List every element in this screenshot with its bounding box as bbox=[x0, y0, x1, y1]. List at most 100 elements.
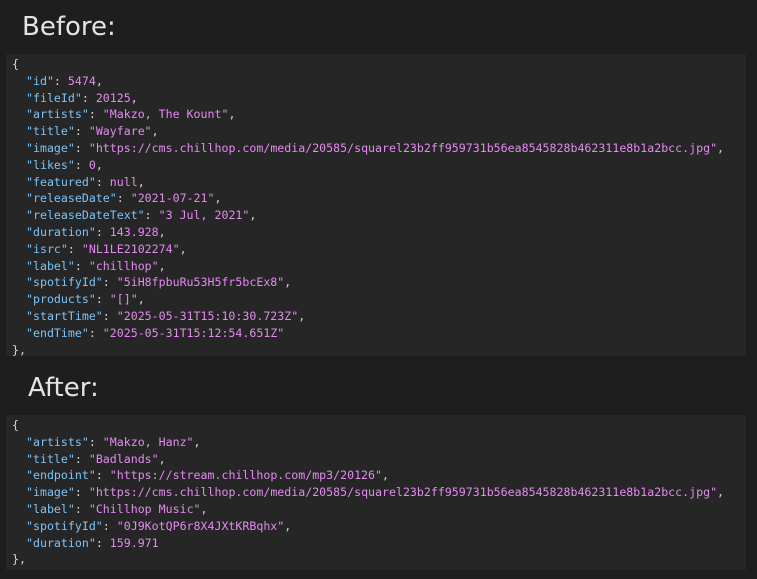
json-value: null bbox=[109, 174, 138, 189]
json-colon: : bbox=[74, 451, 89, 466]
json-comma: , bbox=[95, 157, 103, 172]
json-line: "spotifyId": "5iH8fpbuRu53H5fr5bcEx8", bbox=[12, 274, 746, 291]
json-value: "Wayfare" bbox=[88, 124, 152, 139]
json-key: "id" bbox=[26, 73, 54, 88]
json-colon: : bbox=[102, 518, 117, 533]
json-comma: , bbox=[284, 275, 292, 290]
json-colon: : bbox=[88, 434, 103, 449]
json-colon: : bbox=[53, 73, 68, 88]
after-heading: After: bbox=[28, 373, 99, 403]
json-line: "duration": 159.971 bbox=[12, 535, 746, 552]
json-comma: , bbox=[158, 258, 166, 273]
json-line: "releaseDateText": "3 Jul, 2021", bbox=[12, 207, 746, 224]
json-key: "fileId" bbox=[26, 90, 82, 105]
json-colon: : bbox=[74, 157, 89, 172]
json-comma: , bbox=[137, 292, 145, 307]
json-colon: : bbox=[74, 258, 89, 273]
json-key: "spotifyId" bbox=[26, 518, 103, 533]
json-line: "spotifyId": "0J9KotQP6r8X4JXtKRBqhx", bbox=[12, 518, 746, 535]
json-value: 0 bbox=[88, 157, 96, 172]
json-comma: , bbox=[717, 140, 725, 155]
json-colon: : bbox=[95, 224, 110, 239]
json-comma: , bbox=[200, 501, 208, 516]
json-line: "id": 5474, bbox=[12, 73, 746, 90]
json-comma: , bbox=[284, 518, 292, 533]
json-colon: : bbox=[95, 535, 110, 550]
json-line: "image": "https://cms.chillhop.com/media… bbox=[12, 140, 746, 157]
json-comma: , bbox=[179, 241, 187, 256]
after-code-block[interactable]: {"artists": "Makzo, Hanz", "title": "Badl… bbox=[6, 415, 746, 570]
json-key: "startTime" bbox=[26, 308, 103, 323]
json-colon: : bbox=[95, 292, 110, 307]
json-comma: , bbox=[228, 107, 236, 122]
json-value: "[]" bbox=[109, 292, 138, 307]
json-key: "artists" bbox=[26, 434, 89, 449]
json-key: "isrc" bbox=[26, 241, 68, 256]
json-colon: : bbox=[116, 191, 131, 206]
json-comma: , bbox=[193, 434, 201, 449]
json-key: "endTime" bbox=[26, 325, 89, 340]
json-key: "artists" bbox=[26, 107, 89, 122]
json-comma: , bbox=[717, 485, 725, 500]
json-key: "spotifyId" bbox=[26, 275, 103, 290]
json-key: "duration" bbox=[26, 224, 96, 239]
json-key: "endpoint" bbox=[26, 468, 96, 483]
json-value: 159.971 bbox=[109, 535, 159, 550]
json-colon: : bbox=[74, 140, 89, 155]
json-comma: , bbox=[137, 174, 145, 189]
json-value: "Makzo, The Kount" bbox=[102, 107, 229, 122]
json-key: "products" bbox=[26, 292, 96, 307]
json-value: 20125 bbox=[95, 90, 131, 105]
json-line: "title": "Badlands", bbox=[12, 451, 746, 468]
close-brace: }, bbox=[12, 552, 26, 567]
json-comma: , bbox=[158, 451, 166, 466]
json-key: "label" bbox=[26, 501, 75, 516]
json-key: "featured" bbox=[26, 174, 96, 189]
json-value: "2025-05-31T15:10:30.723Z" bbox=[116, 308, 299, 323]
json-colon: : bbox=[95, 468, 110, 483]
json-value: 143.928 bbox=[109, 224, 159, 239]
json-key: "duration" bbox=[26, 535, 96, 550]
json-colon: : bbox=[88, 107, 103, 122]
json-line: "title": "Wayfare", bbox=[12, 123, 746, 140]
json-value: "Makzo, Hanz" bbox=[102, 434, 194, 449]
json-value: 5474 bbox=[67, 73, 96, 88]
open-brace: { bbox=[12, 418, 19, 432]
json-colon: : bbox=[74, 501, 89, 516]
json-colon: : bbox=[102, 275, 117, 290]
json-comma: , bbox=[158, 224, 166, 239]
json-comma: , bbox=[249, 208, 257, 223]
close-brace: }, bbox=[12, 342, 26, 356]
json-value: "3 Jul, 2021" bbox=[158, 208, 250, 223]
json-key: "title" bbox=[26, 124, 75, 139]
json-line: "label": "chillhop", bbox=[12, 258, 746, 275]
json-line: "artists": "Makzo, Hanz", bbox=[12, 434, 746, 451]
json-line: "startTime": "2025-05-31T15:10:30.723Z", bbox=[12, 308, 746, 325]
json-comma: , bbox=[298, 308, 306, 323]
json-key: "likes" bbox=[26, 157, 75, 172]
json-line: "endTime": "2025-05-31T15:12:54.651Z" bbox=[12, 325, 746, 342]
json-key: "releaseDateText" bbox=[26, 208, 145, 223]
json-value: "2021-07-21" bbox=[130, 191, 215, 206]
before-code-block[interactable]: {"id": 5474, "fileId": 20125, "artists": "… bbox=[6, 54, 746, 356]
json-key: "releaseDate" bbox=[26, 191, 117, 206]
json-line: "featured": null, bbox=[12, 174, 746, 191]
json-colon: : bbox=[144, 208, 159, 223]
json-line: "fileId": 20125, bbox=[12, 90, 746, 107]
json-colon: : bbox=[95, 174, 110, 189]
json-value: "NL1LE2102274" bbox=[81, 241, 180, 256]
json-comma: , bbox=[95, 73, 103, 88]
json-colon: : bbox=[74, 124, 89, 139]
json-line: "artists": "Makzo, The Kount", bbox=[12, 106, 746, 123]
json-line: "likes": 0, bbox=[12, 157, 746, 174]
json-value: "chillhop" bbox=[88, 258, 159, 273]
json-key: "image" bbox=[26, 485, 75, 500]
json-key: "title" bbox=[26, 451, 75, 466]
json-value: "Badlands" bbox=[88, 451, 159, 466]
json-colon: : bbox=[81, 90, 96, 105]
json-colon: : bbox=[88, 325, 103, 340]
json-value: "Chillhop Music" bbox=[88, 501, 201, 516]
json-line: "image": "https://cms.chillhop.com/media… bbox=[12, 484, 746, 501]
json-value: "5iH8fpbuRu53H5fr5bcEx8" bbox=[116, 275, 285, 290]
json-value: "https://stream.chillhop.com/mp3/20126" bbox=[109, 468, 383, 483]
